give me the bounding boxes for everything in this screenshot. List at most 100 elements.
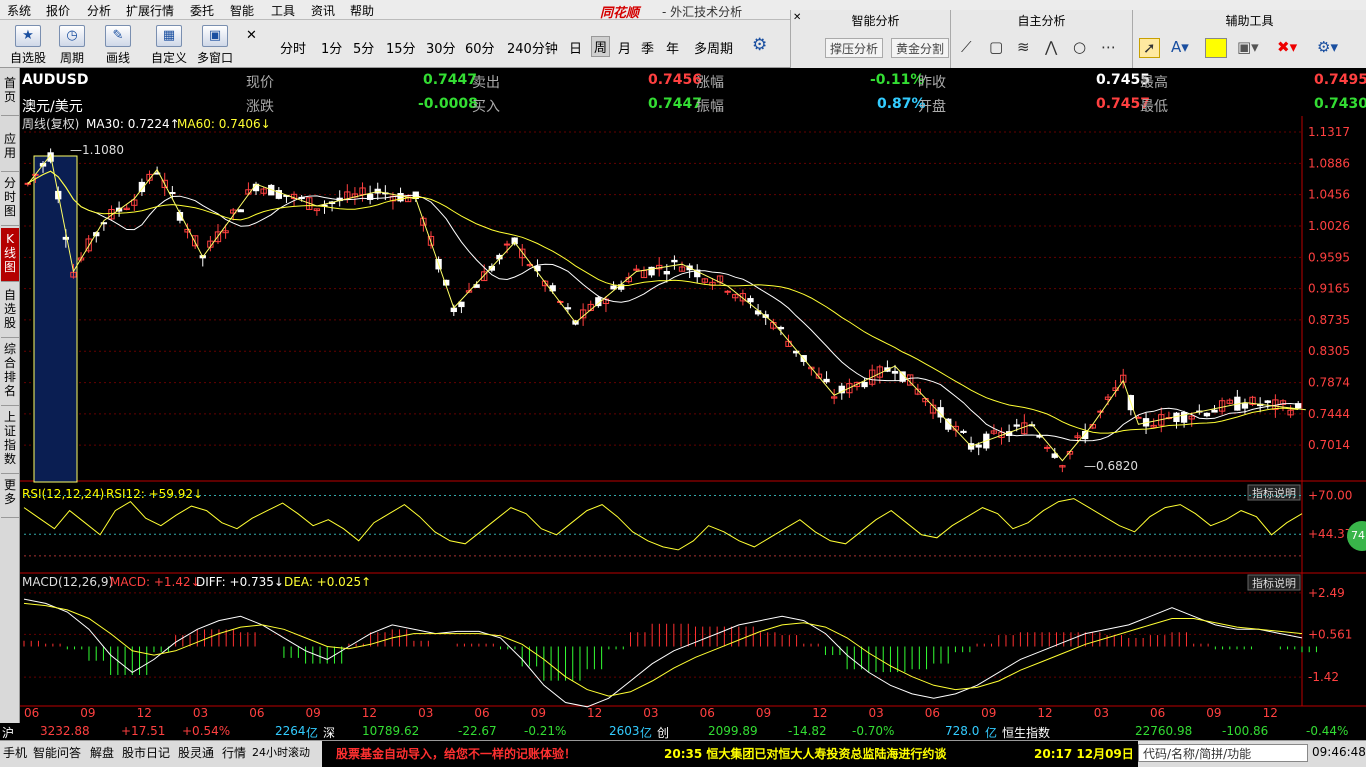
candle-body [975, 444, 982, 448]
quote-header: AUDUSD 澳元/美元 现价 涨跌 0.7447 -0.0008 卖出 买入 … [20, 68, 1366, 116]
save-icon[interactable]: ▣▾ [1237, 38, 1259, 56]
index-status-bar: 沪 3232.88 +17.51 +0.54% 2264 亿 深 10789.6… [0, 723, 1366, 740]
macd-y-tick: +2.49 [1308, 586, 1345, 600]
wave-tool-icon[interactable]: ≋ [1017, 38, 1030, 56]
draw-line-button[interactable]: ✎ 画线 [98, 22, 138, 66]
tab-qa[interactable]: 智能问答 [33, 744, 81, 761]
x-tick-label: 12 [137, 706, 152, 720]
tab-diary[interactable]: 股市日记 [122, 744, 170, 761]
period-15min[interactable]: 15分 [386, 38, 416, 57]
y-tick-label: 0.7014 [1308, 438, 1350, 452]
side-tab-sh-index[interactable]: 上证指数 [1, 406, 19, 474]
tab-market[interactable]: 行情 [222, 744, 246, 761]
aux-tools-panel: 辅助工具 ➚ A▾ ▣▾ ✖▾ ⚙▾ [1132, 10, 1366, 68]
search-input[interactable]: 代码/名称/简拼/功能 [1138, 744, 1308, 762]
color-picker-icon[interactable] [1205, 38, 1227, 58]
period-5min[interactable]: 5分 [353, 38, 374, 57]
min-price-label: —0.6820 [1084, 459, 1138, 473]
change-value: -0.0008 [418, 96, 478, 112]
side-tab-kline[interactable]: K线图 [1, 228, 19, 282]
candle-body [747, 298, 754, 303]
side-tab-apps[interactable]: 应用 [1, 128, 19, 172]
rect-tool-icon[interactable]: ▢ [989, 38, 1003, 56]
menu-tools[interactable]: 工具 [271, 2, 295, 19]
zigzag-tool-icon[interactable]: ⋀ [1045, 38, 1057, 56]
side-tabs: 首页 应用 分时图 K线图 自选股 综合排名 上证指数 更多 [0, 68, 20, 740]
side-tab-home[interactable]: 首页 [1, 72, 19, 116]
period-month[interactable]: 月 [618, 38, 631, 57]
x-tick-label: 03 [643, 706, 658, 720]
rsi-title: RSI(12,12,24) [22, 487, 104, 501]
period-week[interactable]: 周 [591, 36, 611, 57]
menu-smart[interactable]: 智能 [230, 2, 254, 19]
menu-news[interactable]: 资讯 [311, 2, 335, 19]
tab-gulingtong[interactable]: 股灵通 [178, 744, 214, 761]
pen-icon: ✎ [105, 25, 131, 47]
period-button[interactable]: ◷ 周期 [52, 22, 92, 66]
x-tick-label: 06 [700, 706, 715, 720]
tab-commentary[interactable]: 解盘 [90, 744, 114, 761]
delete-icon[interactable]: ✖▾ [1277, 38, 1297, 56]
x-tick-label: 03 [868, 706, 883, 720]
close-icon[interactable]: ✕ [246, 28, 257, 43]
x-tick-label: 03 [418, 706, 433, 720]
period-year[interactable]: 年 [666, 38, 679, 57]
candle-body [62, 236, 70, 240]
line-tool-icon[interactable]: ⟋ [961, 38, 972, 56]
gear-icon[interactable]: ⚙▾ [1317, 38, 1338, 56]
golden-section-button[interactable]: 黄金分割 [891, 38, 950, 58]
menu-quote[interactable]: 报价 [46, 2, 70, 19]
x-tick-label: 12 [1037, 706, 1052, 720]
kline-title: 周线(复权) [22, 117, 79, 131]
text-tool-icon[interactable]: A▾ [1171, 38, 1189, 56]
self-analysis-panel: 自主分析 ⟋ ▢ ≋ ⋀ ○ ⋯ [950, 10, 1132, 68]
indicator-help-label: 指标说明 [1252, 486, 1296, 500]
y-tick-label: 0.8305 [1308, 344, 1350, 358]
x-tick-label: 12 [587, 706, 602, 720]
kline-chart[interactable]: 1.1317 1.0886 1.0456 1.0026 0.9595 0.9165 0.87… [20, 116, 1366, 723]
rsi-y-tick: +70.00 [1308, 489, 1352, 503]
pointer-icon[interactable]: ➚ [1139, 38, 1160, 58]
candle-body [1203, 412, 1211, 417]
y-tick-label: 1.0026 [1308, 219, 1350, 233]
period-day[interactable]: 日 [569, 38, 582, 57]
period-multi[interactable]: 多周期 [694, 38, 733, 57]
macd-y-tick: +0.561 [1308, 627, 1352, 641]
ma60-line [27, 170, 1299, 434]
more-tool-icon[interactable]: ⋯ [1101, 38, 1116, 56]
candle-body [458, 301, 465, 308]
tab-24h[interactable]: 24小时滚动 [252, 744, 310, 760]
period-intraday[interactable]: 分时 [280, 38, 306, 57]
buy-value: 0.7447 [648, 96, 703, 112]
settings-gear-icon[interactable]: ⚙ [752, 35, 767, 55]
custom-button[interactable]: ▦ 自定义 [148, 22, 190, 66]
period-240min[interactable]: 240分钟 [507, 38, 558, 57]
period-30min[interactable]: 30分 [426, 38, 456, 57]
support-resistance-button[interactable]: 撑压分析 [825, 38, 884, 58]
watchlist-button[interactable]: ★ 自选股 [8, 22, 48, 66]
news-ticker[interactable]: 股票基金自动导入，给您不一样的记账体验！ 20:35 恒大集团已对恒大人寿投资总… [322, 741, 1138, 767]
sell-value: 0.7456 [648, 72, 703, 88]
side-tab-watchlist[interactable]: 自选股 [1, 284, 19, 338]
candle-body [1211, 409, 1218, 413]
menu-system[interactable]: 系统 [7, 2, 31, 19]
dea-line [23, 602, 1303, 697]
period-1min[interactable]: 1分 [321, 38, 342, 57]
macd-y-tick: -1.42 [1308, 670, 1339, 684]
tab-mobile[interactable]: 手机 [3, 744, 27, 761]
side-tab-ranking[interactable]: 综合排名 [1, 338, 19, 406]
circle-tool-icon[interactable]: ○ [1073, 38, 1086, 56]
period-60min[interactable]: 60分 [465, 38, 495, 57]
x-tick-label: 09 [531, 706, 546, 720]
cy-index-value: 2099.89 [708, 724, 758, 738]
side-tab-intraday[interactable]: 分时图 [1, 172, 19, 226]
multi-window-button[interactable]: ▣ 多窗口 [194, 22, 236, 66]
menu-trade[interactable]: 委托 [190, 2, 214, 19]
menu-help[interactable]: 帮助 [350, 2, 374, 19]
x-tick-label: 06 [249, 706, 264, 720]
menu-analysis[interactable]: 分析 [87, 2, 111, 19]
y-tick-label: 0.9595 [1308, 250, 1350, 264]
menu-extended[interactable]: 扩展行情 [126, 2, 174, 19]
period-quarter[interactable]: 季 [641, 38, 654, 57]
side-tab-more[interactable]: 更多 [1, 474, 19, 518]
